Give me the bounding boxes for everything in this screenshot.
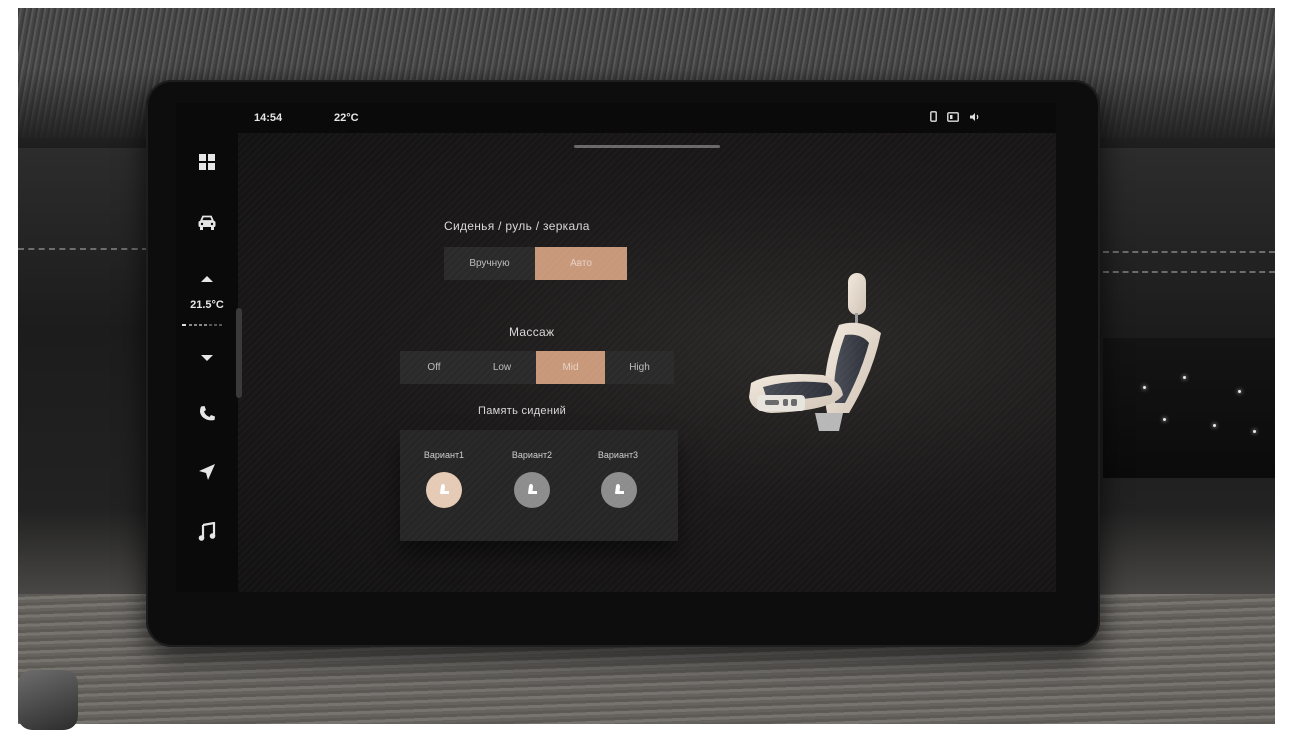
temp-level-bar xyxy=(182,323,232,327)
sidebar-drag-handle[interactable] xyxy=(236,308,242,398)
massage-level-selector: Off Low Mid High xyxy=(400,351,674,384)
sidebar-item-phone[interactable] xyxy=(188,397,226,431)
phone-icon xyxy=(199,406,215,421)
seat-mode-auto-button[interactable]: Авто xyxy=(535,247,627,280)
sidebar-item-apps[interactable] xyxy=(188,145,226,179)
massage-title: Массаж xyxy=(509,325,555,339)
seat-icon xyxy=(615,484,624,494)
seat-memory-panel: Вариант1 Вариант2 Вариант3 xyxy=(400,430,678,541)
temp-down-button[interactable] xyxy=(188,341,226,375)
memory-variant-3-label: Вариант3 xyxy=(597,450,639,460)
infotainment-screen: 14:54 22°C 21.5°C Сиденья / руль / зерка… xyxy=(176,103,1056,592)
temp-down-icon xyxy=(201,354,213,361)
seat-mode-toggle: Вручную Авто xyxy=(444,247,627,280)
status-bar: 14:54 22°C xyxy=(238,103,1056,133)
cabin-temp: 21.5°C xyxy=(190,299,224,311)
seat-icon xyxy=(528,484,537,494)
apps-grid-icon xyxy=(199,154,215,170)
sidebar-item-car[interactable] xyxy=(188,206,226,240)
pull-down-handle[interactable] xyxy=(574,145,720,148)
memory-variant-3-button[interactable] xyxy=(601,472,637,508)
seat-icon xyxy=(440,484,449,494)
memory-variant-1-label: Вариант1 xyxy=(423,450,465,460)
music-icon xyxy=(198,522,216,541)
navigation-icon xyxy=(199,464,215,480)
ambient-panel xyxy=(1103,338,1275,478)
car-icon xyxy=(198,215,216,230)
dashboard-stitch-right xyxy=(1103,251,1275,253)
memory-variant-2-label: Вариант2 xyxy=(511,450,553,460)
massage-low-button[interactable]: Low xyxy=(468,351,536,384)
seat-illustration xyxy=(749,273,881,431)
gear-knob xyxy=(18,670,78,730)
sidebar-item-music[interactable] xyxy=(188,515,226,549)
temp-up-button[interactable] xyxy=(188,261,226,295)
memory-variant-2-button[interactable] xyxy=(514,472,550,508)
phone-status-icon xyxy=(930,111,937,122)
sidebar-item-navigation[interactable] xyxy=(188,455,226,489)
status-time: 14:54 xyxy=(254,112,283,124)
status-outside-temp: 22°C xyxy=(334,112,359,124)
memory-variant-1-button[interactable] xyxy=(426,472,462,508)
massage-off-button[interactable]: Off xyxy=(400,351,468,384)
battery-icon xyxy=(947,111,959,122)
dashboard-stitch-right-2 xyxy=(1103,271,1275,273)
volume-icon xyxy=(970,112,979,121)
massage-mid-button[interactable]: Mid xyxy=(536,351,605,384)
temp-up-icon xyxy=(201,275,213,282)
seat-mode-manual-button[interactable]: Вручную xyxy=(444,247,535,280)
sidebar: 21.5°C xyxy=(176,103,238,592)
status-icons xyxy=(930,111,981,122)
massage-high-button[interactable]: High xyxy=(605,351,674,384)
seat-steering-mirrors-title: Сиденья / руль / зеркала xyxy=(444,219,590,233)
seat-memory-title: Память сидений xyxy=(478,405,567,417)
dashboard-stitch-left xyxy=(18,248,148,250)
